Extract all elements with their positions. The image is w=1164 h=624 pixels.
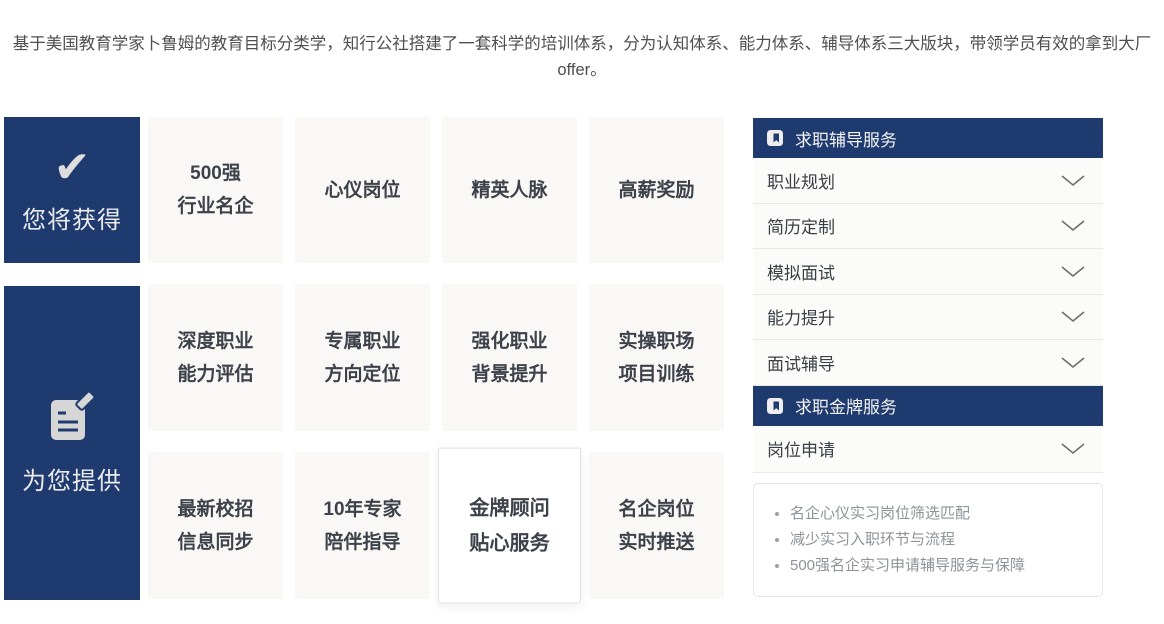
benefit-card: 名企岗位 实时推送 (589, 452, 724, 599)
accordion-label: 岗位申请 (767, 436, 835, 461)
card-line: 能力评估 (177, 358, 253, 391)
bullet-item: 减少实习入职环节与流程 (790, 527, 1086, 553)
gold-service-bullets: 名企心仪实习岗位筛选匹配 减少实习入职环节与流程 500强名企实习申请辅导服务与… (753, 483, 1103, 597)
benefit-card: 实操职场 项目训练 (589, 284, 724, 431)
panel-header-coaching: 求职辅导服务 (753, 118, 1103, 158)
card-line: 精英人脉 (471, 174, 547, 207)
intro-line-2: offer。 (0, 57, 1164, 83)
panel-header-title: 求职辅导服务 (795, 126, 897, 151)
accordion-label: 能力提升 (767, 304, 835, 329)
edit-note-icon (48, 390, 96, 447)
panel-header-gold-service: 求职金牌服务 (753, 386, 1103, 426)
accordion-item-interview-coaching[interactable]: 面试辅导 (753, 340, 1103, 386)
intro-paragraph: 基于美国教育学家卜鲁姆的教育目标分类学，知行公社搭建了一套科学的培训体系，分为认… (0, 31, 1164, 83)
chevron-down-icon[interactable] (1060, 310, 1086, 323)
benefit-card: 精英人脉 (442, 117, 577, 263)
bullet-item: 名企心仪实习岗位筛选匹配 (790, 501, 1086, 527)
benefit-card: 最新校招 信息同步 (148, 452, 283, 599)
check-icon: ✔ (54, 146, 91, 190)
card-line: 高薪奖励 (618, 174, 694, 207)
accordion-label: 简历定制 (767, 213, 835, 238)
card-line: 心仪岗位 (324, 174, 400, 207)
section-tab-you-will-get: ✔ 您将获得 (4, 117, 140, 263)
benefit-card-grid: 500强 行业名企 心仪岗位 精英人脉 高薪奖励 深度职业 能力评估 专属职业 … (148, 117, 724, 599)
bullet-item: 500强名企实习申请辅导服务与保障 (790, 553, 1086, 579)
card-line: 项目训练 (618, 358, 694, 391)
accordion-item-career-planning[interactable]: 职业规划 (753, 158, 1103, 204)
tab-label: 为您提供 (22, 461, 122, 496)
benefit-card: 深度职业 能力评估 (148, 284, 283, 431)
card-line: 实时推送 (618, 526, 694, 559)
card-line: 深度职业 (177, 325, 253, 358)
accordion-item-job-application[interactable]: 岗位申请 (753, 426, 1103, 473)
training-system-section: 基于美国教育学家卜鲁姆的教育目标分类学，知行公社搭建了一套科学的培训体系，分为认… (0, 0, 1164, 624)
card-line: 最新校招 (177, 493, 253, 526)
chevron-down-icon[interactable] (1060, 356, 1086, 369)
bookmark-icon (766, 129, 784, 147)
accordion-label: 模拟面试 (767, 259, 835, 284)
tab-label: 您将获得 (22, 200, 122, 235)
card-line: 10年专家 (323, 493, 401, 526)
bookmark-icon (766, 397, 784, 415)
accordion-item-ability-improvement[interactable]: 能力提升 (753, 295, 1103, 341)
card-line: 名企岗位 (618, 493, 694, 526)
accordion-item-mock-interview[interactable]: 模拟面试 (753, 249, 1103, 295)
card-line: 500强 (190, 157, 241, 190)
card-line: 金牌顾问 (469, 491, 550, 526)
accordion-label: 职业规划 (767, 168, 835, 193)
card-line: 行业名企 (177, 190, 253, 223)
benefit-card: 高薪奖励 (589, 117, 724, 263)
card-line: 贴心服务 (469, 526, 550, 561)
benefit-card: 专属职业 方向定位 (295, 284, 430, 431)
chevron-down-icon[interactable] (1060, 442, 1086, 455)
chevron-down-icon[interactable] (1060, 265, 1086, 278)
accordion-item-resume-customization[interactable]: 简历定制 (753, 204, 1103, 250)
card-line: 强化职业 (471, 325, 547, 358)
panel-header-title: 求职金牌服务 (795, 393, 897, 418)
card-line: 实操职场 (618, 325, 694, 358)
card-line: 方向定位 (324, 358, 400, 391)
card-line: 陪伴指导 (324, 526, 400, 559)
benefit-card: 强化职业 背景提升 (442, 284, 577, 431)
benefit-card-highlighted: 金牌顾问 贴心服务 (438, 448, 581, 604)
chevron-down-icon[interactable] (1060, 174, 1086, 187)
chevron-down-icon[interactable] (1060, 219, 1086, 232)
card-line: 专属职业 (324, 325, 400, 358)
accordion-label: 面试辅导 (767, 350, 835, 375)
card-line: 背景提升 (471, 358, 547, 391)
section-tab-we-provide: 为您提供 (4, 286, 140, 600)
benefit-card: 心仪岗位 (295, 117, 430, 263)
services-panel: 求职辅导服务 职业规划 简历定制 模拟面试 能力提升 (753, 118, 1103, 597)
intro-line-1: 基于美国教育学家卜鲁姆的教育目标分类学，知行公社搭建了一套科学的培训体系，分为认… (0, 31, 1164, 57)
benefit-card: 500强 行业名企 (148, 117, 283, 263)
card-line: 信息同步 (177, 526, 253, 559)
benefit-card: 10年专家 陪伴指导 (295, 452, 430, 599)
